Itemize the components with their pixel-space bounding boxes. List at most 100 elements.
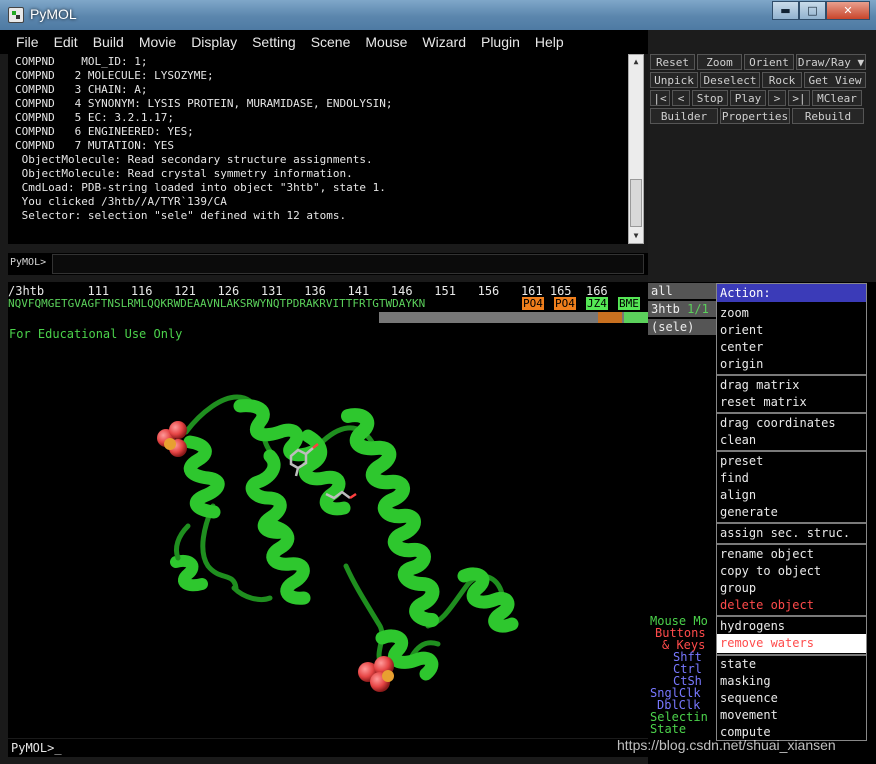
object-sele[interactable]: (sele) (648, 319, 718, 335)
sequence-scrollbar[interactable] (379, 312, 648, 323)
menu-item-origin[interactable]: origin (720, 357, 763, 371)
menu-item-movement[interactable]: movement (720, 708, 778, 722)
menu-item-find[interactable]: find (720, 471, 749, 485)
menu-item-assign-sec-struc[interactable]: assign sec. struc. (720, 526, 850, 540)
stop-button[interactable]: Stop (692, 90, 728, 106)
command-input[interactable] (52, 254, 644, 274)
mclear-button[interactable]: MClear (812, 90, 862, 106)
unpick-button[interactable]: Unpick (650, 72, 698, 88)
object-state: 1/1 (687, 302, 709, 316)
menu-separator (717, 412, 866, 414)
menu-item-rename-object[interactable]: rename object (720, 547, 814, 561)
log-line: COMPND 4 SYNONYM: LYSIS PROTEIN, MURAMID… (15, 97, 393, 110)
output-log: COMPND MOL_ID: 1; COMPND 2 MOLECULE: LYS… (8, 54, 628, 244)
command-bar: PyMOL> (8, 253, 648, 275)
sequence-residues[interactable]: NQVFQMGETGVAGFTNSLRMLQQKRWDEAAVNLAKSRWYN… (8, 297, 425, 310)
helix-ribbons (170, 394, 519, 681)
menu-item-clean[interactable]: clean (720, 433, 756, 447)
menu-item-reset-matrix[interactable]: reset matrix (720, 395, 807, 409)
properties-button[interactable]: Properties (720, 108, 790, 124)
rewind-button[interactable]: |< (650, 90, 670, 106)
menu-item-orient[interactable]: orient (720, 323, 763, 337)
menu-movie[interactable]: Movie (139, 34, 176, 50)
object-3htb[interactable]: 3htb 1/1 (648, 301, 718, 317)
ligand-po4-2[interactable]: PO4 (554, 297, 576, 310)
log-line: COMPND 7 MUTATION: YES (15, 139, 174, 152)
sequence-viewer[interactable]: /3htb 111 116 121 126 131 136 141 146 15… (8, 282, 648, 326)
menu-edit[interactable]: Edit (54, 34, 78, 50)
molecule-viewport[interactable]: For Educational Use Only (8, 326, 648, 738)
object-name: all (651, 284, 673, 298)
menu-scene[interactable]: Scene (311, 34, 351, 50)
ligand-bme[interactable]: BME (618, 297, 640, 310)
scroll-thumb[interactable] (630, 179, 642, 227)
state-label: State (650, 722, 687, 736)
bottom-prompt: PyMOL>_ (11, 741, 62, 755)
watermark-text: https://blog.csdn.net/shuai_xiansen (617, 737, 836, 753)
draw-ray-button[interactable]: Draw/Ray ▼ (796, 54, 866, 70)
menu-item-delete-object[interactable]: delete object (720, 598, 814, 612)
action-menu-title: Action: (717, 284, 866, 302)
ligand-jz4[interactable]: JZ4 (586, 297, 608, 310)
protein-cartoon[interactable] (8, 326, 648, 738)
scroll-up-icon[interactable]: ▲ (629, 55, 643, 69)
menu-display[interactable]: Display (191, 34, 237, 50)
menu-plugin[interactable]: Plugin (481, 34, 520, 50)
object-name: (sele) (651, 320, 695, 334)
forward-button[interactable]: > (768, 90, 786, 106)
menu-item-align[interactable]: align (720, 488, 756, 502)
log-scrollbar[interactable]: ▲ ▼ (628, 54, 644, 244)
sequence-numbers: /3htb 111 116 121 126 131 136 141 146 15… (8, 284, 608, 298)
maximize-button[interactable]: □ (799, 1, 826, 20)
menu-help[interactable]: Help (535, 34, 564, 50)
menu-item-copy-to-object[interactable]: copy to object (720, 564, 821, 578)
pymol-app-icon (8, 7, 24, 23)
end-button[interactable]: >| (788, 90, 810, 106)
close-button[interactable]: ✕ (826, 1, 870, 20)
menu-wizard[interactable]: Wizard (422, 34, 466, 50)
ligand-po4-1[interactable]: PO4 (522, 297, 544, 310)
minimize-button[interactable]: ▬ (772, 1, 799, 20)
window-title: PyMOL (30, 6, 77, 22)
menu-item-drag-coordinates[interactable]: drag coordinates (720, 416, 836, 430)
object-all[interactable]: all (648, 283, 718, 299)
scroll-down-icon[interactable]: ▼ (629, 229, 643, 243)
command-prompt: PyMOL> (10, 257, 47, 268)
zoom-button[interactable]: Zoom (697, 54, 742, 70)
menu-item-sequence[interactable]: sequence (720, 691, 778, 705)
menu-item-remove-waters[interactable]: remove waters (717, 634, 866, 653)
deselect-button[interactable]: Deselect (700, 72, 760, 88)
menu-item-drag-matrix[interactable]: drag matrix (720, 378, 799, 392)
get-view-button[interactable]: Get View (804, 72, 866, 88)
log-line: COMPND MOL_ID: 1; (15, 55, 148, 68)
sequence-scroll-marker-orange (598, 312, 622, 323)
log-line: Selector: selection "sele" defined with … (15, 209, 347, 222)
play-button[interactable]: Play (730, 90, 766, 106)
menu-item-masking[interactable]: masking (720, 674, 771, 688)
menu-separator (717, 654, 866, 656)
orient-button[interactable]: Orient (744, 54, 794, 70)
object-name: 3htb (651, 302, 680, 316)
reset-button[interactable]: Reset (650, 54, 695, 70)
menu-item-hydrogens[interactable]: hydrogens (720, 619, 785, 633)
menu-separator (717, 543, 866, 545)
builder-button[interactable]: Builder (650, 108, 718, 124)
menu-item-preset[interactable]: preset (720, 454, 763, 468)
log-line: CmdLoad: PDB-string loaded into object "… (15, 181, 386, 194)
menu-setting[interactable]: Setting (252, 34, 296, 50)
sequence-scroll-thumb[interactable] (624, 312, 648, 323)
back-button[interactable]: < (672, 90, 690, 106)
rebuild-button[interactable]: Rebuild (792, 108, 864, 124)
menu-separator (717, 522, 866, 524)
menu-item-state[interactable]: state (720, 657, 756, 671)
menu-file[interactable]: File (16, 34, 39, 50)
menu-mouse[interactable]: Mouse (365, 34, 407, 50)
bottom-command-line[interactable]: PyMOL>_ (8, 739, 648, 757)
menu-item-zoom[interactable]: zoom (720, 306, 749, 320)
menu-item-center[interactable]: center (720, 340, 763, 354)
menu-item-generate[interactable]: generate (720, 505, 778, 519)
menu-build[interactable]: Build (93, 34, 124, 50)
rock-button[interactable]: Rock (762, 72, 802, 88)
menu-item-group[interactable]: group (720, 581, 756, 595)
log-line: ObjectMolecule: Read secondary structure… (15, 153, 373, 166)
